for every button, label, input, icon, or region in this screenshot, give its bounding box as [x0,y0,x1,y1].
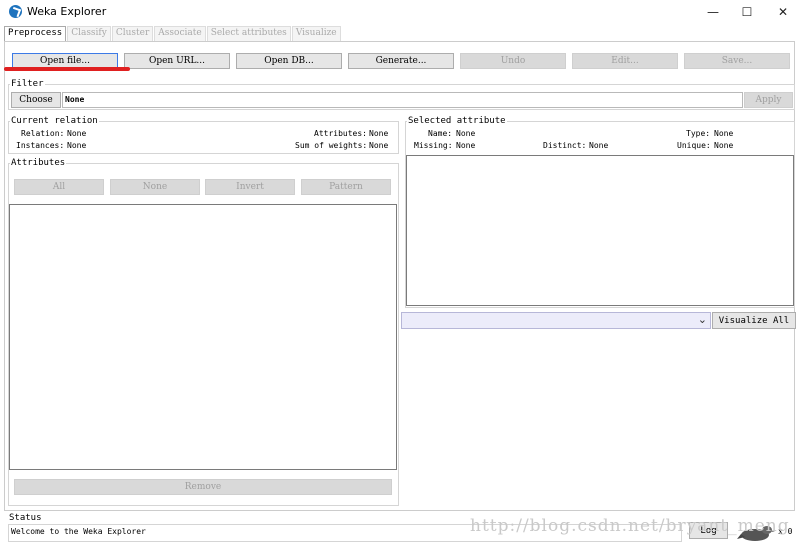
attributes-title: Attributes [10,158,67,168]
open-db-button[interactable]: Open DB... [236,53,342,69]
attributes-count-label: Attributes: [314,129,367,138]
name-label: Name: [428,129,453,138]
name-value: None [456,129,476,138]
filter-value: None [65,95,85,104]
minimize-button[interactable]: — [695,0,731,24]
status-message: Welcome to the Weka Explorer [11,527,146,536]
visualization-area [403,332,795,510]
instances-label: Instances: [16,141,65,150]
edit-button[interactable]: Edit... [572,53,678,69]
filter-choose-button[interactable]: Choose [11,92,61,108]
visualize-all-button[interactable]: Visualize All [712,312,796,329]
tab-preprocess[interactable]: Preprocess [4,26,67,41]
undo-button[interactable]: Undo [460,53,566,69]
select-all-button[interactable]: All [14,179,104,195]
tab-select-attributes[interactable]: Select attributes [206,26,291,41]
sum-weights-label: Sum of weights: [295,141,368,150]
pattern-button[interactable]: Pattern [301,179,391,195]
class-attribute-dropdown[interactable]: ⌄ [401,312,711,329]
filter-field[interactable]: None [62,92,743,108]
tab-cluster[interactable]: Cluster [111,26,154,41]
remove-button[interactable]: Remove [14,479,392,495]
missing-label: Missing: [414,141,453,150]
tab-bar: Preprocess Classify Cluster Associate Se… [4,26,342,41]
maximize-button[interactable]: ☐ [729,0,765,24]
attribute-stats-area [406,155,794,306]
highlight-underline [4,67,130,71]
save-button[interactable]: Save... [684,53,790,69]
window-title: Weka Explorer [27,5,107,18]
unique-value: None [714,141,734,150]
tab-classify[interactable]: Classify [67,26,111,41]
instances-value: None [67,141,87,150]
type-label: Type: [686,129,711,138]
tab-associate[interactable]: Associate [154,26,206,41]
title-bar: Weka Explorer — ☐ ✕ [0,0,799,24]
unique-label: Unique: [677,141,711,150]
close-button[interactable]: ✕ [765,0,799,24]
open-url-button[interactable]: Open URL... [124,53,230,69]
current-relation-title: Current relation [10,116,99,126]
weka-app-icon [9,5,22,18]
generate-button[interactable]: Generate... [348,53,454,69]
sum-weights-value: None [369,141,389,150]
select-none-button[interactable]: None [110,179,200,195]
chevron-down-icon: ⌄ [697,313,707,326]
filter-title: Filter [10,79,45,89]
distinct-label: Distinct: [543,141,587,150]
distinct-value: None [589,141,609,150]
relation-value: None [67,129,87,138]
attributes-count-value: None [369,129,389,138]
missing-value: None [456,141,476,150]
filter-apply-button[interactable]: Apply [744,92,793,108]
status-title: Status [8,513,43,523]
invert-button[interactable]: Invert [205,179,295,195]
type-value: None [714,129,734,138]
tab-visualize[interactable]: Visualize [291,26,341,41]
relation-label: Relation: [21,129,65,138]
selected-attribute-title: Selected attribute [407,116,507,126]
attributes-list[interactable] [9,204,397,470]
watermark-text: http://blog.csdn.net/bryant_meng [470,516,790,536]
